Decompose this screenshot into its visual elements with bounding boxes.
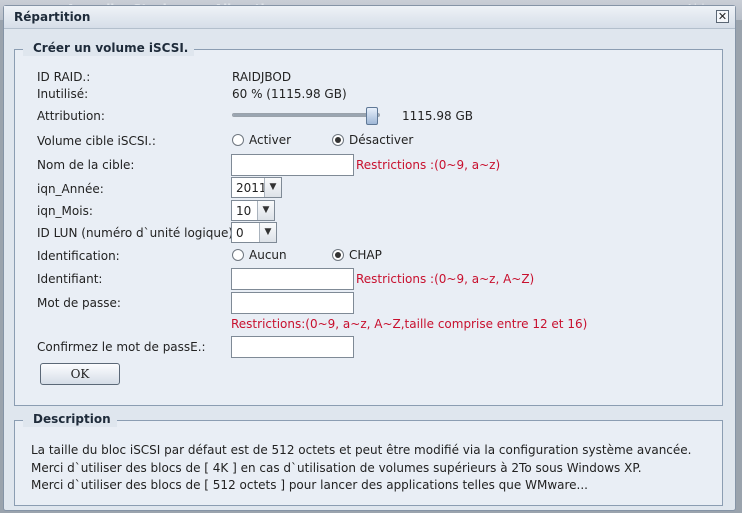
- lun-id-value: 0: [236, 226, 244, 240]
- password-input[interactable]: [231, 292, 354, 314]
- allocation-slider-thumb[interactable]: [366, 107, 378, 125]
- iqn-month-label: iqn_Mois:: [37, 204, 93, 218]
- iqn-year-label: iqn_Année:: [37, 182, 104, 196]
- target-volume-activate-radio[interactable]: [232, 134, 244, 146]
- dialog-title: Répartition: [14, 10, 91, 24]
- confirm-password-label: Confirmez le mot de passE.:: [37, 340, 206, 354]
- password-restriction: Restrictions:(0~9, a~z, A~Z,taille compr…: [231, 317, 588, 331]
- raid-id-label: ID RAID.:: [37, 70, 91, 84]
- iqn-year-select[interactable]: 2011 ▼: [231, 177, 282, 198]
- iqn-year-value: 2011: [236, 181, 267, 195]
- target-name-restriction: Restrictions :(0~9, a~z): [356, 158, 501, 172]
- description-panel: Description La taille du bloc iSCSI par …: [14, 411, 723, 506]
- identification-none-label: Aucun: [249, 248, 287, 262]
- ok-button[interactable]: OK: [40, 363, 120, 385]
- target-volume-label: Volume cible iSCSI.:: [37, 134, 156, 148]
- target-volume-activate-label: Activer: [249, 133, 292, 147]
- dialog-titlebar: Répartition ✕: [4, 6, 735, 29]
- description-line: La taille du bloc iSCSI par défaut est d…: [31, 443, 692, 457]
- raid-id-value: RAIDJBOD: [232, 70, 292, 84]
- lun-id-select[interactable]: 0 ▼: [231, 222, 277, 243]
- target-name-input[interactable]: [231, 154, 354, 176]
- chevron-down-icon: ▼: [257, 201, 274, 220]
- allocation-slider-track[interactable]: [232, 113, 380, 117]
- unused-label: Inutilisé:: [37, 87, 89, 101]
- close-button[interactable]: ✕: [716, 10, 729, 23]
- description-line: Merci d`utiliser des blocs de [ 4K ] en …: [31, 461, 642, 475]
- iqn-month-select[interactable]: 10 ▼: [231, 200, 275, 221]
- allocation-slider-fill: [233, 114, 379, 116]
- password-label: Mot de passe:: [37, 296, 121, 310]
- target-volume-deactivate-radio[interactable]: [332, 134, 344, 146]
- form-legend: Créer un volume iSCSI.: [23, 40, 195, 56]
- description-legend: Description: [23, 411, 117, 427]
- chevron-down-icon: ▼: [259, 223, 276, 242]
- username-input[interactable]: [231, 268, 354, 290]
- chevron-down-icon: ▼: [264, 178, 281, 197]
- identification-none-radio[interactable]: [232, 249, 244, 261]
- allocation-dialog: Répartition ✕ Créer un volume iSCSI. ID …: [3, 5, 736, 511]
- iqn-month-value: 10: [236, 204, 252, 218]
- username-restriction: Restrictions :(0~9, a~z, A~Z): [356, 272, 535, 286]
- lun-id-label: ID LUN (numéro d`unité logique):: [37, 226, 238, 240]
- target-volume-deactivate-label: Désactiver: [349, 133, 414, 147]
- allocation-label: Attribution:: [37, 109, 105, 123]
- target-name-label: Nom de la cible:: [37, 158, 135, 172]
- identification-chap-label: CHAP: [349, 248, 382, 262]
- identification-label: Identification:: [37, 249, 120, 263]
- confirm-password-input[interactable]: [231, 336, 354, 358]
- allocation-value: 1115.98 GB: [402, 109, 473, 123]
- iscsi-form-panel: Créer un volume iSCSI. ID RAID.: RAIDJBO…: [14, 40, 723, 406]
- identification-chap-radio[interactable]: [332, 249, 344, 261]
- close-icon: ✕: [717, 10, 728, 23]
- username-label: Identifiant:: [37, 272, 103, 286]
- description-line: Merci d`utiliser des blocs de [ 512 octe…: [31, 478, 588, 492]
- unused-value: 60 % (1115.98 GB): [232, 87, 347, 101]
